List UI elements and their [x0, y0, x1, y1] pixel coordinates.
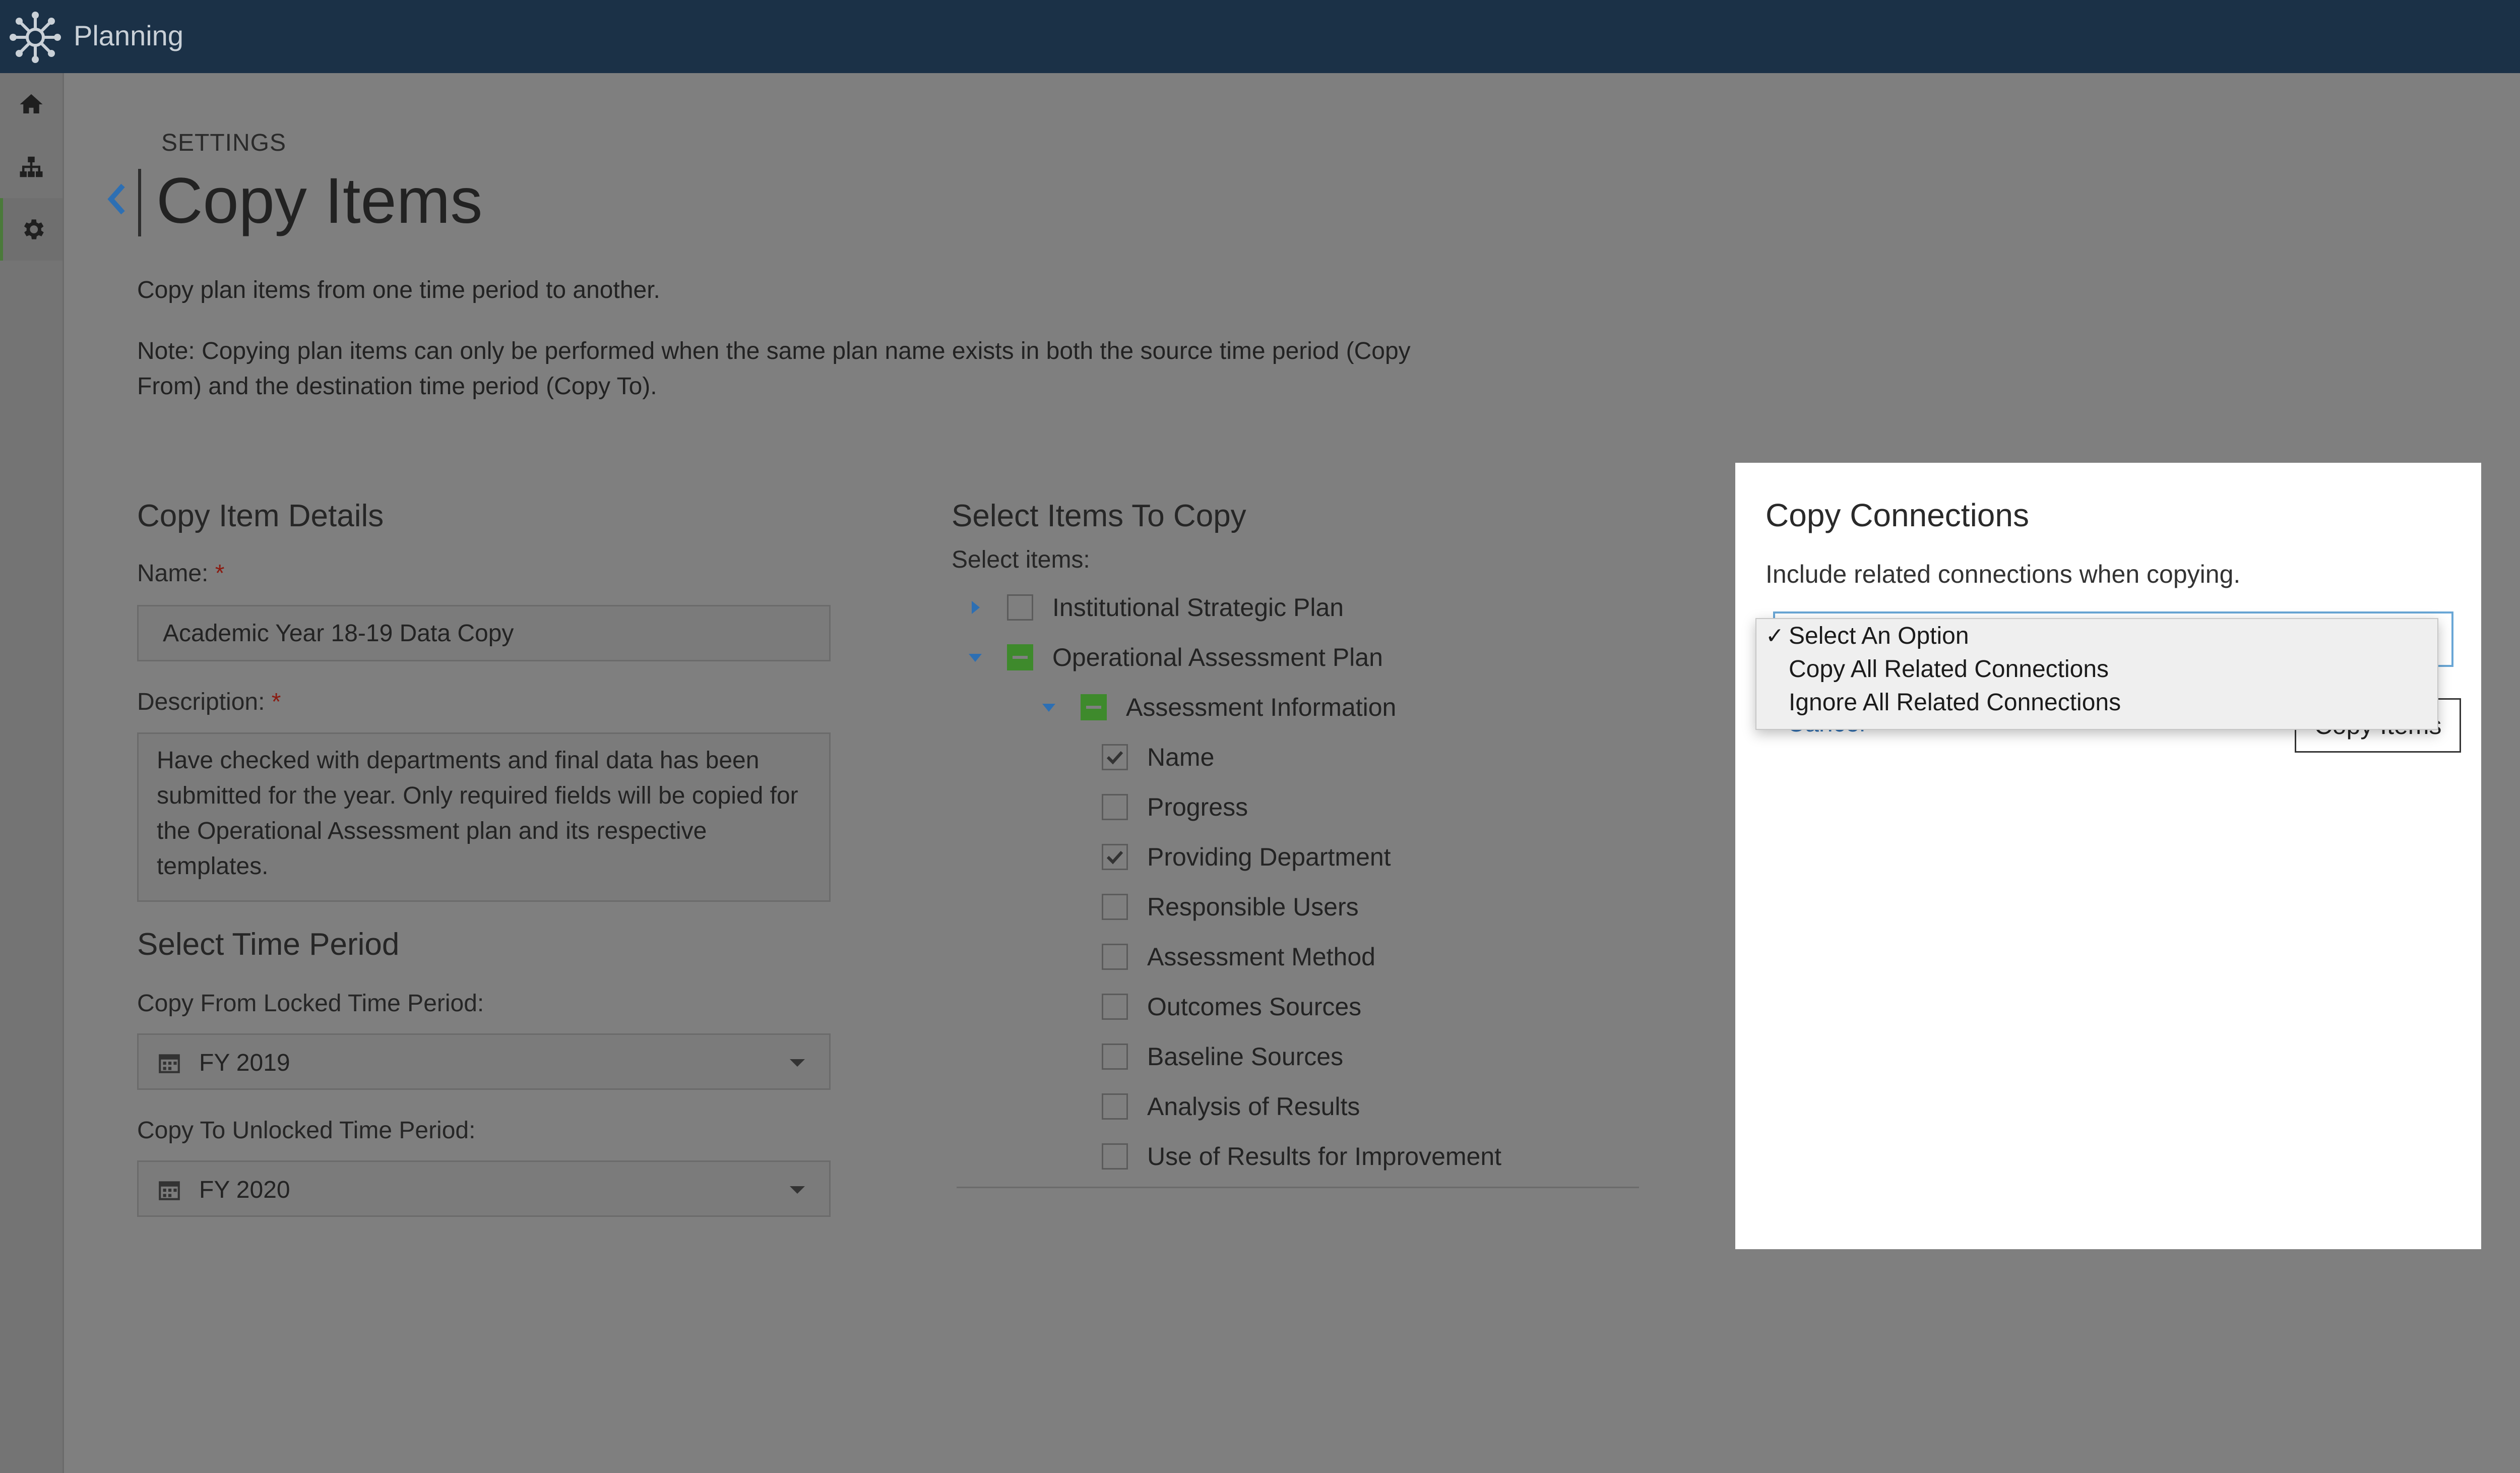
tree-item-label: Responsible Users — [1147, 893, 1359, 921]
tree-item[interactable]: Assessment Method — [1102, 939, 1375, 974]
tree-item[interactable]: Baseline Sources — [1102, 1039, 1343, 1074]
checkbox[interactable] — [1102, 1143, 1128, 1170]
caret-down-icon[interactable] — [968, 650, 983, 665]
checkbox[interactable] — [1102, 894, 1128, 920]
caret-down-icon[interactable] — [1041, 700, 1056, 715]
copy-from-label: Copy From Locked Time Period: — [137, 990, 484, 1017]
name-input-value: Academic Year 18-19 Data Copy — [163, 620, 514, 647]
app-title: Planning — [74, 20, 183, 51]
calendar-icon — [159, 1181, 180, 1200]
checkbox[interactable] — [1102, 794, 1128, 820]
tree-item[interactable]: Name — [1102, 740, 1214, 775]
connections-dropdown-menu: ✓ Select An Option Copy All Related Conn… — [1755, 618, 2438, 730]
calendar-icon — [159, 1054, 180, 1073]
copy-from-value: FY 2019 — [199, 1050, 290, 1076]
check-icon — [1106, 751, 1123, 765]
tree-item[interactable]: Assessment Information — [1041, 690, 1396, 725]
home-icon — [20, 94, 43, 113]
items-label: Select items: — [952, 546, 1090, 573]
name-input[interactable]: Academic Year 18-19 Data Copy — [137, 605, 831, 661]
title-divider — [138, 169, 141, 236]
check-icon — [1106, 850, 1123, 865]
sidebar-item-settings[interactable] — [0, 198, 62, 261]
tree-item-label: Assessment Method — [1147, 943, 1375, 971]
checkbox-partial[interactable] — [1081, 694, 1107, 720]
tree-item-label: Use of Results for Improvement — [1147, 1142, 1502, 1171]
gear-icon — [24, 219, 44, 239]
tree-item[interactable]: Use of Results for Improvement — [1102, 1139, 1501, 1174]
tree-item-label: Outcomes Sources — [1147, 993, 1362, 1021]
name-label: Name: * — [137, 560, 225, 587]
tree-item[interactable]: Outcomes Sources — [1102, 989, 1361, 1024]
copy-to-label: Copy To Unlocked Time Period: — [137, 1117, 476, 1144]
description-textarea[interactable]: Have checked with departments and final … — [137, 732, 831, 902]
check-icon: ✓ — [1766, 624, 1784, 648]
hierarchy-icon — [20, 156, 43, 177]
checkbox[interactable] — [1102, 1044, 1128, 1070]
breadcrumb[interactable]: SETTINGS — [161, 129, 286, 157]
checkbox[interactable] — [1102, 944, 1128, 970]
details-heading: Copy Item Details — [137, 499, 384, 533]
caret-down-icon — [790, 1186, 805, 1194]
description-value: Have checked with departments and final … — [157, 747, 798, 880]
caret-right-icon[interactable] — [968, 600, 983, 615]
tree-item[interactable]: Institutional Strategic Plan — [968, 590, 1344, 625]
checkbox-checked[interactable] — [1102, 744, 1128, 770]
modal-title: Copy Connections — [1766, 497, 2029, 533]
tree-item-label: Operational Assessment Plan — [1052, 643, 1383, 671]
dropdown-option[interactable]: Copy All Related Connections — [1789, 655, 2109, 683]
required-mark: * — [215, 560, 225, 587]
tree-item-label: Assessment Information — [1126, 693, 1397, 721]
tree-item[interactable]: Analysis of Results — [1102, 1089, 1360, 1124]
checkbox[interactable] — [1102, 1093, 1128, 1120]
chevron-left-icon[interactable] — [107, 181, 127, 217]
checkbox[interactable] — [1102, 994, 1128, 1020]
tree-divider — [957, 1187, 1639, 1188]
copy-from-select[interactable]: FY 2019 — [137, 1033, 831, 1090]
tree-item-label: Baseline Sources — [1147, 1042, 1344, 1071]
tree-item[interactable]: Progress — [1102, 789, 1248, 825]
tree-item-label: Name — [1147, 743, 1215, 771]
page-intro: Copy plan items from one time period to … — [137, 277, 660, 303]
description-label: Description: * — [137, 689, 281, 715]
copy-to-select[interactable]: FY 2020 — [137, 1160, 831, 1217]
checkbox-partial[interactable] — [1007, 644, 1033, 670]
tree-item-label: Progress — [1147, 793, 1248, 821]
sidebar-item-hierarchy[interactable] — [0, 136, 62, 198]
tree-item-label: Providing Department — [1147, 843, 1391, 871]
dropdown-option[interactable]: Select An Option — [1789, 622, 1969, 650]
modal-subtitle: Include related connections when copying… — [1766, 560, 2241, 588]
required-mark: * — [271, 689, 281, 715]
page-title: Copy Items — [156, 165, 483, 237]
tree-item-label: Institutional Strategic Plan — [1052, 593, 1344, 622]
sidebar — [0, 73, 64, 1473]
sidebar-item-home[interactable] — [0, 73, 62, 136]
tree-item[interactable]: Providing Department — [1102, 839, 1391, 875]
tree-item[interactable]: Responsible Users — [1102, 889, 1359, 925]
items-heading: Select Items To Copy — [952, 499, 1246, 533]
tree-item-label: Analysis of Results — [1147, 1092, 1360, 1121]
app-logo-icon[interactable] — [9, 11, 61, 64]
caret-down-icon — [790, 1059, 805, 1067]
page-note: Note: Copying plan items can only be per… — [137, 338, 1411, 400]
top-bar — [0, 0, 2520, 73]
dropdown-option[interactable]: Ignore All Related Connections — [1789, 689, 2121, 716]
copy-to-value: FY 2020 — [199, 1177, 290, 1203]
tree-item[interactable]: Operational Assessment Plan — [968, 640, 1383, 675]
time-period-heading: Select Time Period — [137, 927, 400, 962]
checkbox[interactable] — [1007, 594, 1033, 621]
checkbox-checked[interactable] — [1102, 844, 1128, 870]
